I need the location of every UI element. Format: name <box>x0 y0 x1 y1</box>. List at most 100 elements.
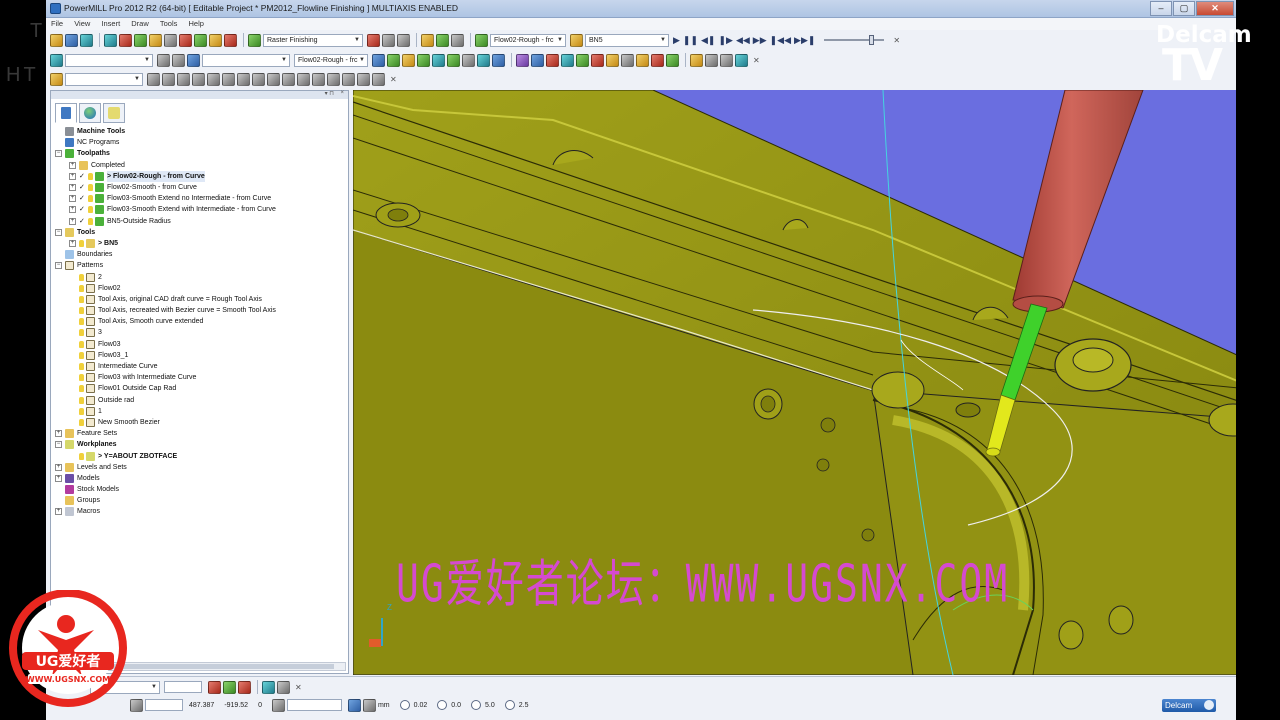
polyline-icon[interactable] <box>162 72 175 86</box>
bezier-icon[interactable] <box>546 53 559 67</box>
menu-help[interactable]: Help <box>183 18 207 28</box>
break-icon[interactable] <box>342 72 355 86</box>
expand-icon[interactable]: + <box>69 184 76 192</box>
tree-item[interactable]: Flow02 <box>51 283 348 294</box>
spline-icon[interactable] <box>531 53 544 67</box>
expand-icon[interactable]: + <box>69 161 76 169</box>
expand-icon[interactable]: + <box>55 430 62 438</box>
tab-html-browser[interactable] <box>79 103 101 123</box>
chamfer-icon[interactable] <box>252 72 265 86</box>
comm-field[interactable] <box>164 681 202 693</box>
list-icon[interactable] <box>382 33 395 47</box>
calculate-icon[interactable] <box>209 33 222 47</box>
tree-item[interactable]: + ✓ Flow02-Smooth - from Curve <box>51 182 348 193</box>
delete-points-icon[interactable] <box>591 53 604 67</box>
lightbulb-icon[interactable] <box>88 172 93 180</box>
expand-icon[interactable]: + <box>69 217 76 225</box>
lightbulb-icon[interactable] <box>79 351 84 359</box>
collapse-icon[interactable]: − <box>55 150 62 158</box>
join-icon[interactable] <box>282 72 295 86</box>
workplane-status-icon[interactable] <box>271 698 285 712</box>
link-icon[interactable] <box>606 53 619 67</box>
to-start-icon[interactable]: ❚◀◀ <box>770 35 791 46</box>
tree-item[interactable]: Tool Axis, recreated with Bezier curve =… <box>51 305 348 316</box>
close-toolbar-icon[interactable]: ✕ <box>390 75 397 84</box>
level-combo[interactable]: ▼ <box>202 53 290 67</box>
tree-item[interactable]: − Toolpaths <box>51 148 348 159</box>
fillet-icon[interactable] <box>237 72 250 86</box>
expand-icon[interactable]: + <box>69 172 76 180</box>
close-button[interactable]: ✕ <box>1196 1 1234 16</box>
status-field[interactable] <box>145 699 183 711</box>
trim-icon[interactable] <box>576 53 589 67</box>
tree-item[interactable]: − Patterns <box>51 260 348 271</box>
lightbulb-icon[interactable] <box>79 239 84 247</box>
pin-icon[interactable]: ▾ ⊓ <box>325 90 334 97</box>
menu-view[interactable]: View <box>69 18 94 28</box>
tree-item[interactable]: + Levels and Sets <box>51 462 348 473</box>
tree-item[interactable]: 3 <box>51 327 348 338</box>
ruler-icon[interactable] <box>277 680 290 694</box>
graphics-viewport[interactable]: UG爱好者论坛：WWW.UGSNX.COM Z <box>353 90 1236 675</box>
tree-item[interactable]: − Tools <box>51 227 348 238</box>
lightbulb-icon[interactable] <box>88 195 93 203</box>
pencil-icon[interactable] <box>262 680 275 694</box>
tool-combo[interactable]: BN5 ▼ <box>585 33 669 47</box>
simulate-icon[interactable] <box>436 33 449 47</box>
curve-icon[interactable] <box>516 53 529 67</box>
collapse-icon[interactable]: − <box>55 228 62 236</box>
smooth-icon[interactable] <box>312 72 325 86</box>
text-icon[interactable] <box>372 72 385 86</box>
info-icon[interactable] <box>720 53 733 67</box>
tree-item[interactable]: Machine Tools <box>51 126 348 137</box>
tree-item[interactable]: 2 <box>51 271 348 282</box>
block-icon[interactable] <box>104 33 117 47</box>
menu-insert[interactable]: Insert <box>96 18 124 28</box>
check-icon[interactable]: ✓ <box>79 171 86 182</box>
lightbulb-icon[interactable] <box>79 318 84 326</box>
expand-icon[interactable]: + <box>55 508 62 516</box>
tree-item[interactable]: Flow03 with Intermediate Curve <box>51 372 348 383</box>
snap-icon[interactable] <box>172 53 185 67</box>
draw-icon[interactable] <box>208 680 221 694</box>
sim-icon[interactable] <box>735 53 748 67</box>
arc-icon[interactable] <box>177 72 190 86</box>
menu-file[interactable]: File <box>46 18 67 28</box>
measure-icon[interactable] <box>705 53 718 67</box>
grid-icon[interactable] <box>157 53 170 67</box>
tree-item[interactable]: Stock Models <box>51 484 348 495</box>
expand-icon[interactable]: + <box>55 474 62 482</box>
expand-icon[interactable]: + <box>69 206 76 214</box>
offset-icon[interactable] <box>222 72 235 86</box>
expand-icon[interactable]: + <box>69 239 76 247</box>
tree-item[interactable]: 1 <box>51 406 348 417</box>
undo-icon[interactable] <box>238 680 251 694</box>
lightbulb-icon[interactable] <box>88 184 93 192</box>
tree-item[interactable]: > Y=ABOUT ZBOTFACE <box>51 450 348 461</box>
workplane-status-field[interactable] <box>286 699 342 711</box>
draft-icon[interactable] <box>690 53 703 67</box>
lightbulb-icon[interactable] <box>79 329 84 337</box>
tree-item[interactable]: Flow03_1 <box>51 350 348 361</box>
check-icon[interactable]: ✓ <box>79 182 86 193</box>
table-icon-2[interactable] <box>462 53 475 67</box>
slider-thumb[interactable] <box>869 35 875 45</box>
accept-icon[interactable] <box>666 53 679 67</box>
circle-icon[interactable] <box>192 72 205 86</box>
edit-icon[interactable] <box>223 680 236 694</box>
nc-output-icon[interactable] <box>224 33 237 47</box>
tree-item[interactable]: Intermediate Curve <box>51 361 348 372</box>
tree-item[interactable]: + ✓ Flow03-Smooth Extend no Intermediate -… <box>51 193 348 204</box>
tree-item[interactable]: + Macros <box>51 506 348 517</box>
extend-icon[interactable] <box>327 72 340 86</box>
wireframe-icon[interactable] <box>387 53 400 67</box>
tree-item[interactable]: Outside rad <box>51 395 348 406</box>
view-icon[interactable] <box>50 53 63 67</box>
pattern-icon[interactable] <box>417 53 430 67</box>
reverse-icon[interactable] <box>651 53 664 67</box>
tree-item[interactable]: Flow03 <box>51 339 348 350</box>
grid-status-icon[interactable] <box>130 698 143 712</box>
boundary-icon[interactable] <box>432 53 445 67</box>
expand-icon[interactable]: + <box>55 463 62 471</box>
lightbulb-icon[interactable] <box>79 340 84 348</box>
